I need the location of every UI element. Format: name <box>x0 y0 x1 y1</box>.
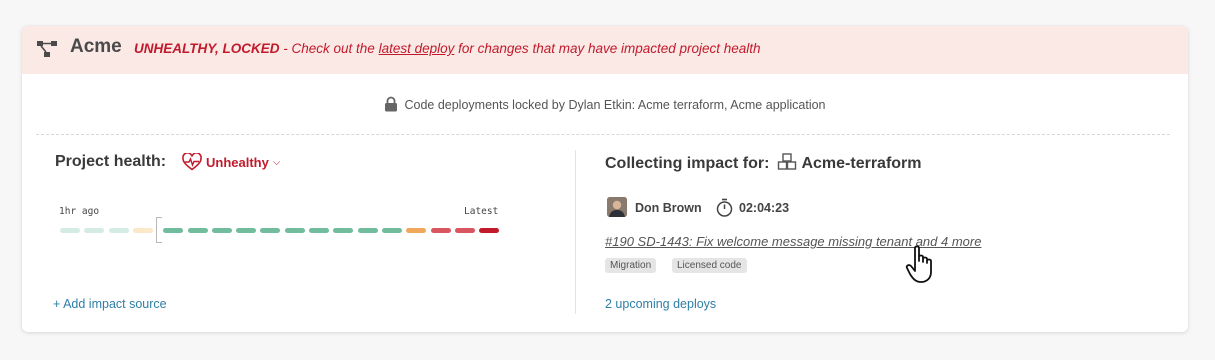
heart-pulse-icon <box>182 153 202 171</box>
avatar <box>607 197 627 217</box>
collecting-impact-label: Collecting impact for: <box>605 155 770 172</box>
status-message: UNHEALTHY, LOCKED - Check out the latest… <box>134 41 761 56</box>
project-graph-icon <box>37 41 57 57</box>
timeline-segment-warning[interactable] <box>406 228 427 233</box>
project-name: Acme <box>70 36 122 57</box>
timeline-segment-healthy[interactable] <box>236 228 257 233</box>
status-suffix: for changes that may have impacted proje… <box>454 41 761 56</box>
section-divider <box>36 134 1170 135</box>
timeline-segment-faded-healthy[interactable] <box>84 228 105 233</box>
timeline-segment-faded-warning[interactable] <box>132 228 153 233</box>
timeline-segment-faded-healthy[interactable] <box>60 228 80 233</box>
timeline-segment-healthy[interactable] <box>381 228 402 233</box>
timeline-segment-healthy[interactable] <box>309 228 329 233</box>
timeline-segment-critical[interactable] <box>479 228 500 233</box>
project-health-title: Project health: <box>55 153 167 170</box>
tag-licensed-code: Licensed code <box>672 258 747 273</box>
lock-notice: Code deployments locked by Dylan Etkin: … <box>22 96 1188 112</box>
timeline-segment-faded-healthy[interactable] <box>108 228 129 233</box>
status-strong: UNHEALTHY, LOCKED <box>134 41 280 56</box>
stopwatch-icon <box>716 198 733 217</box>
add-impact-source-link[interactable]: + Add impact source <box>53 297 167 311</box>
upcoming-deploys-link[interactable]: 2 upcoming deploys <box>605 297 716 311</box>
impact-project-name: Acme-terraform <box>801 155 922 172</box>
timeline-segment-healthy[interactable] <box>284 228 305 233</box>
timeline-start-label: 1hr ago <box>59 206 100 217</box>
timeline-segment-unhealthy[interactable] <box>454 228 475 233</box>
boxes-icon <box>778 153 797 170</box>
column-separator <box>575 150 576 314</box>
timeline-segment-healthy[interactable] <box>333 228 354 233</box>
health-status-dropdown[interactable]: Unhealthy ⌵ <box>182 153 280 171</box>
health-status-label: Unhealthy <box>206 154 269 170</box>
lock-notice-text: Code deployments locked by Dylan Etkin: … <box>404 98 826 112</box>
status-banner: Acme UNHEALTHY, LOCKED - Check out the l… <box>22 26 1188 74</box>
status-prefix: - Check out the <box>279 41 379 56</box>
timeline-end-label: Latest <box>464 206 499 217</box>
hand-pointer-cursor-icon <box>905 245 932 283</box>
deploy-author: Don Brown <box>635 201 702 215</box>
timeline-segment-healthy[interactable] <box>260 228 281 233</box>
timeline-segment-healthy[interactable] <box>357 228 378 233</box>
tag-migration: Migration <box>605 258 657 273</box>
lock-icon <box>385 96 398 112</box>
timeline-segment-unhealthy[interactable] <box>430 228 451 233</box>
timeline-segment-healthy[interactable] <box>187 228 208 233</box>
collecting-impact-title: Collecting impact for: Acme-terraform <box>605 153 922 173</box>
deploy-duration: 02:04:23 <box>739 201 790 215</box>
timeline-segment-healthy[interactable] <box>211 228 232 233</box>
project-card: Acme UNHEALTHY, LOCKED - Check out the l… <box>22 26 1188 332</box>
timeline-segment-healthy[interactable] <box>163 228 184 233</box>
timeline-window-bracket <box>156 217 162 243</box>
chevron-down-icon: ⌵ <box>272 156 281 168</box>
latest-deploy-link[interactable]: latest deploy <box>379 41 455 56</box>
